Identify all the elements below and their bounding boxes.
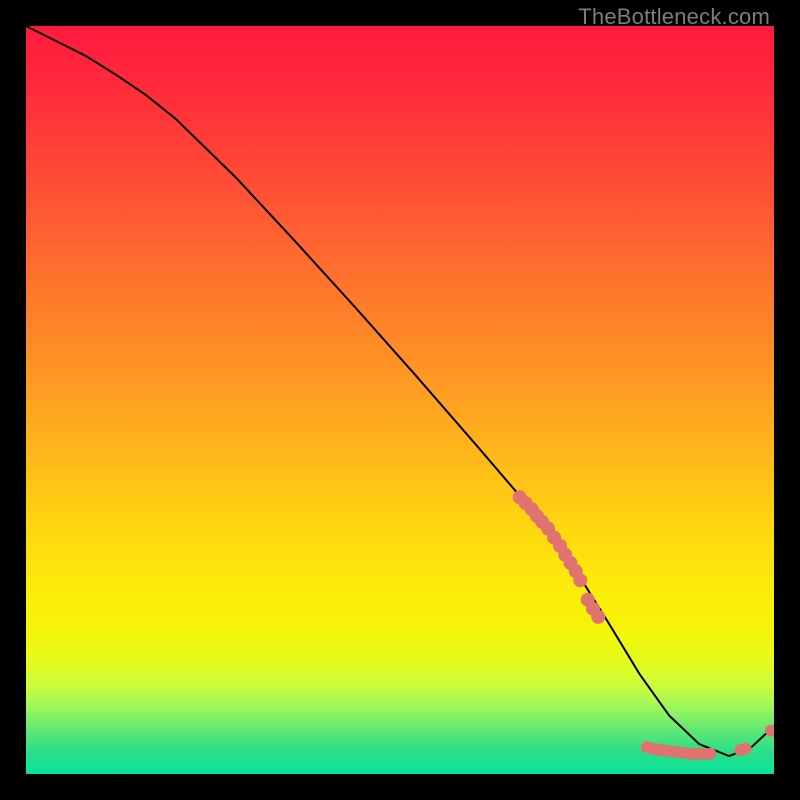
- data-point: [569, 564, 583, 578]
- data-point: [586, 602, 600, 616]
- data-point: [765, 725, 774, 737]
- data-point: [641, 741, 653, 753]
- data-point: [573, 573, 587, 587]
- data-point: [541, 522, 555, 536]
- data-point: [740, 743, 752, 755]
- data-point: [547, 531, 561, 545]
- plot-area: [26, 26, 774, 774]
- data-point: [673, 746, 685, 758]
- data-point: [558, 548, 572, 562]
- data-point: [525, 502, 539, 516]
- data-point: [530, 509, 544, 523]
- data-point: [684, 748, 696, 760]
- curve-line: [26, 26, 774, 756]
- data-point: [680, 747, 692, 759]
- data-point: [581, 593, 595, 607]
- data-point: [704, 748, 716, 760]
- data-point: [689, 748, 701, 760]
- data-point: [699, 748, 711, 760]
- data-point: [535, 515, 549, 529]
- data-point: [519, 496, 533, 510]
- chart-frame: TheBottleneck.com: [0, 0, 800, 800]
- chart-svg: [26, 26, 774, 774]
- data-point: [695, 748, 707, 760]
- data-point: [647, 743, 659, 755]
- watermark-text: TheBottleneck.com: [578, 4, 770, 30]
- data-point: [513, 490, 527, 504]
- data-point: [591, 610, 605, 624]
- data-point: [734, 744, 746, 756]
- data-point: [564, 556, 578, 570]
- data-point: [655, 744, 667, 756]
- data-point: [651, 743, 663, 755]
- data-point: [553, 539, 567, 553]
- data-point: [660, 745, 672, 757]
- data-point: [666, 746, 678, 758]
